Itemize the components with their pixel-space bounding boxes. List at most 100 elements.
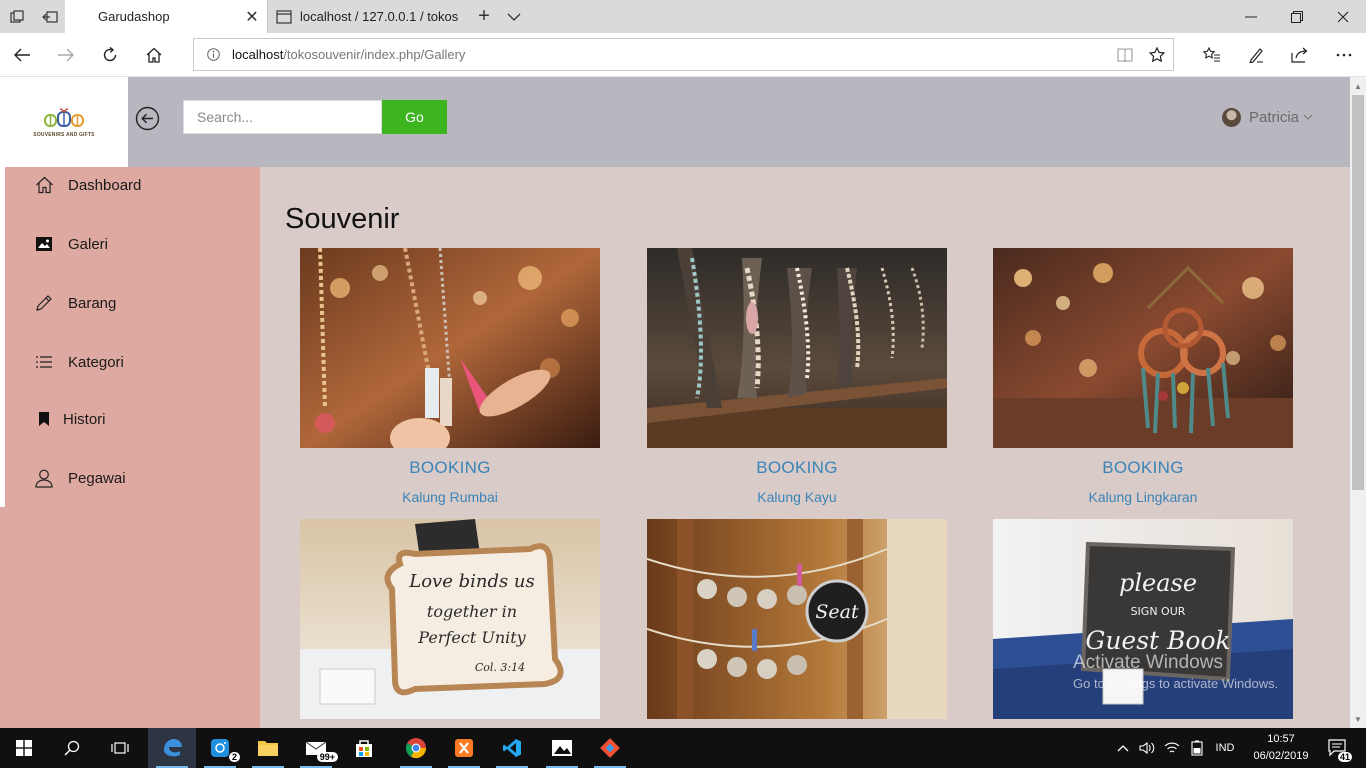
booking-link[interactable]: BOOKING [300, 458, 600, 478]
search-input[interactable] [183, 100, 382, 134]
gift-logo-icon [44, 108, 84, 127]
product-name[interactable]: Kalung Kayu [647, 489, 947, 505]
page-title: Souvenir [285, 203, 400, 235]
search-icon[interactable] [48, 728, 96, 768]
chrome-icon[interactable] [392, 728, 440, 768]
reading-view-icon[interactable] [1109, 47, 1141, 62]
language-indicator[interactable]: IND [1210, 728, 1240, 768]
info-icon[interactable] [194, 48, 232, 61]
browser-tab-strip: Garudashop ✕ localhost / 127.0.0.1 / tok… [0, 0, 1366, 33]
web-note-pen-icon[interactable] [1234, 33, 1278, 77]
booking-link[interactable]: BOOKING [647, 458, 947, 478]
svg-text:please: please [1119, 569, 1197, 597]
sidebar-item-label: Galeri [68, 235, 109, 253]
forward-arrow-icon[interactable] [44, 33, 88, 77]
avatar [1222, 107, 1241, 127]
clock-time: 10:57 [1267, 733, 1295, 745]
product-image[interactable]: Seat [647, 519, 947, 719]
product-image[interactable] [300, 248, 600, 448]
favorite-star-icon[interactable] [1141, 46, 1173, 63]
sidebar-toggle-back-icon[interactable] [135, 106, 160, 131]
share-icon[interactable] [1278, 33, 1322, 77]
chevron-down-icon[interactable] [500, 0, 528, 33]
booking-link[interactable]: BOOKING [993, 458, 1293, 478]
sidebar-item-galeri[interactable]: Galeri [34, 232, 108, 256]
sidebar-item-histori[interactable]: Histori [34, 407, 106, 431]
restore-icon[interactable] [1274, 0, 1320, 33]
refresh-icon[interactable] [88, 33, 132, 77]
go-button[interactable]: Go [382, 100, 447, 134]
file-explorer-icon[interactable] [244, 728, 292, 768]
chevron-down-icon [1303, 114, 1313, 120]
product-image[interactable] [647, 248, 947, 448]
scroll-down-icon[interactable]: ▼ [1350, 712, 1366, 726]
volume-icon[interactable] [1136, 728, 1158, 768]
system-clock[interactable]: 10:57 06/02/2019 [1250, 731, 1312, 765]
svg-text:Col. 3:14: Col. 3:14 [475, 661, 525, 674]
sidebar-item-dashboard[interactable]: Dashboard [34, 173, 141, 197]
windows-start-icon[interactable] [0, 728, 48, 768]
close-window-icon[interactable] [1320, 0, 1366, 33]
favorites-hub-icon[interactable] [1190, 33, 1234, 77]
photos-icon[interactable] [538, 728, 586, 768]
bookmark-icon [34, 409, 54, 429]
wifi-icon[interactable] [1161, 728, 1183, 768]
navigation-bar: localhost/tokosouvenir/index.php/Gallery [0, 33, 1366, 77]
user-icon [34, 468, 54, 488]
tab-title: localhost / 127.0.0.1 / tokos [300, 9, 459, 24]
notification-count: 41 [1337, 752, 1352, 762]
windows-taskbar: 2 99+ IND 10:57 06/02/2019 41 [0, 728, 1366, 768]
notification-badge: 99+ [316, 752, 338, 762]
user-menu[interactable]: Patricia [1222, 105, 1313, 129]
vscode-icon[interactable] [488, 728, 536, 768]
sidebar-item-barang[interactable]: Barang [34, 291, 116, 315]
minimize-icon[interactable] [1228, 0, 1274, 33]
mail-icon[interactable]: 99+ [292, 728, 340, 768]
xampp-icon[interactable] [440, 728, 488, 768]
tab-garudashop[interactable]: Garudashop ✕ [65, 0, 267, 33]
page-scrollbar[interactable]: ▲ ▼ [1350, 77, 1366, 728]
watermark-title: Activate Windows [1073, 652, 1223, 673]
store-icon[interactable] [340, 728, 388, 768]
product-image[interactable]: Love binds us together in Perfect Unity … [300, 519, 600, 719]
tab-phpmyadmin[interactable]: localhost / 127.0.0.1 / tokos [267, 0, 467, 33]
sidebar-item-label: Barang [68, 294, 117, 312]
product-card: BOOKING Kalung Kayu [647, 248, 947, 505]
product-image[interactable] [993, 248, 1293, 448]
product-card: BOOKING Kalung Rumbai [300, 248, 600, 505]
scroll-up-icon[interactable]: ▲ [1350, 79, 1366, 93]
home-icon[interactable] [132, 33, 176, 77]
svg-text:Love binds us: Love binds us [408, 571, 535, 592]
clock-date: 06/02/2019 [1253, 750, 1309, 762]
product-name[interactable]: Kalung Rumbai [300, 489, 600, 505]
activate-windows-watermark: Activate Windows Go to Settings to activ… [1073, 652, 1278, 691]
action-center-icon[interactable]: 41 [1318, 728, 1358, 768]
product-name[interactable]: Kalung Lingkaran [993, 489, 1293, 505]
sidebar-edge [0, 167, 5, 507]
sidebar-item-label: Pegawai [68, 469, 126, 487]
edge-browser-icon[interactable] [148, 728, 196, 768]
sidebar-item-label: Histori [63, 410, 106, 428]
svg-text:SIGN OUR: SIGN OUR [1131, 605, 1186, 618]
scrollbar-thumb[interactable] [1352, 95, 1364, 490]
watermark-subtitle: Go to Settings to activate Windows. [1073, 676, 1279, 691]
product-card: Love binds us together in Perfect Unity … [300, 519, 600, 719]
battery-icon[interactable] [1186, 728, 1208, 768]
more-options-icon[interactable] [1322, 33, 1366, 77]
sidebar-item-pegawai[interactable]: Pegawai [34, 466, 126, 490]
chevron-up-icon[interactable] [1113, 728, 1133, 768]
tab-actions-icon[interactable] [0, 0, 33, 33]
new-tab-icon[interactable]: + [470, 0, 498, 33]
task-view-icon[interactable] [96, 728, 144, 768]
close-tab-icon[interactable]: ✕ [237, 7, 267, 27]
instagram-app-icon[interactable]: 2 [196, 728, 244, 768]
sidebar-item-kategori[interactable]: Kategori [34, 350, 124, 374]
address-bar[interactable]: localhost/tokosouvenir/index.php/Gallery [193, 38, 1174, 71]
git-icon[interactable] [586, 728, 634, 768]
logo[interactable]: SOUVENIRS AND GIFTS [0, 77, 128, 167]
list-icon [34, 352, 54, 372]
image-icon [34, 234, 54, 254]
set-tabs-aside-icon[interactable] [33, 0, 66, 33]
back-arrow-icon[interactable] [0, 33, 44, 77]
sidebar: Dashboard Galeri Barang Kategori Histori [0, 167, 260, 728]
